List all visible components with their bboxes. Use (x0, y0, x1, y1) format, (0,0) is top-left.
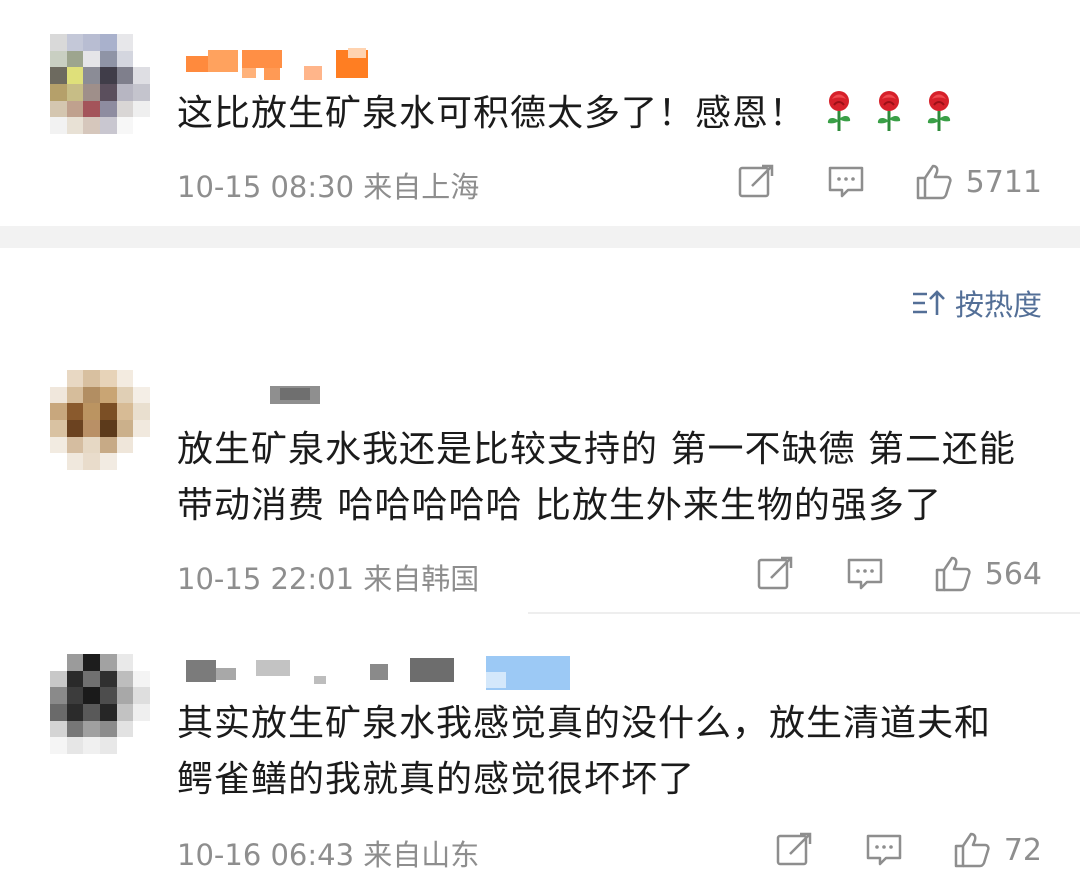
thumbs-up-icon[interactable] (933, 554, 973, 594)
section-divider (0, 226, 1080, 248)
comment-text: 放生矿泉水我还是比较支持的 第一不缺德 第二还能 带动消费 哈哈哈哈哈 比放生外… (177, 422, 1016, 534)
avatar[interactable] (50, 34, 150, 134)
comment-actions: 564 (755, 552, 1042, 596)
comment-meta: 10-15 08:30 来自上海 (177, 164, 479, 206)
comment-time: 10-15 22:01 (177, 562, 355, 596)
like-count: 5711 (965, 164, 1042, 200)
like-count: 564 (984, 556, 1042, 592)
username-blurred[interactable] (180, 48, 380, 82)
share-icon[interactable] (774, 830, 814, 870)
share-icon[interactable] (755, 554, 795, 594)
like-button[interactable]: 72 (952, 830, 1042, 870)
comment-1: 这比放生矿泉水可积德太多了！感恩！ 10-15 08:30 来自上海 5711 (0, 0, 1080, 226)
like-count: 72 (1003, 832, 1042, 868)
like-button[interactable]: 5711 (914, 162, 1042, 202)
thumbs-up-icon[interactable] (914, 162, 954, 202)
comment-meta: 10-15 22:01 来自韩国 (177, 556, 479, 598)
sort-by-hot-button[interactable]: 按热度 (911, 282, 1042, 324)
comment-time: 10-15 08:30 (177, 170, 355, 204)
comment-location: 来自山东 (363, 838, 480, 872)
comment-location: 来自上海 (363, 170, 480, 204)
comment-divider (528, 612, 1080, 614)
comment-text: 这比放生矿泉水可积德太多了！感恩！ (177, 86, 956, 142)
rose-icon (927, 91, 951, 131)
comment-2: 放生矿泉水我还是比较支持的 第一不缺德 第二还能 带动消费 哈哈哈哈哈 比放生外… (0, 360, 1080, 610)
comment-icon[interactable] (864, 830, 904, 870)
comment-text-line: 这比放生矿泉水可积德太多了！感恩！ (177, 93, 807, 134)
sort-label: 按热度 (954, 288, 1042, 322)
comment-icon[interactable] (845, 554, 885, 594)
comment-location: 来自韩国 (363, 562, 480, 596)
comment-text-line: 鳄雀鳝的我就真的感觉很坏坏了 (177, 759, 696, 800)
username-blurred[interactable] (180, 384, 340, 418)
username-blurred[interactable] (180, 654, 580, 690)
thumbs-up-icon[interactable] (952, 830, 992, 870)
comment-text-line: 带动消费 哈哈哈哈哈 比放生外来生物的强多了 (177, 485, 942, 526)
comment-actions: 5711 (736, 160, 1042, 204)
comment-text: 其实放生矿泉水我感觉真的没什么，放生清道夫和 鳄雀鳝的我就真的感觉很坏坏了 (177, 696, 991, 808)
comment-icon[interactable] (826, 162, 866, 202)
comment-time: 10-16 06:43 (177, 838, 355, 872)
avatar[interactable] (50, 370, 150, 470)
comment-meta: 10-16 06:43 来自山东 (177, 832, 479, 874)
comment-3: 其实放生矿泉水我感觉真的没什么，放生清道夫和 鳄雀鳝的我就真的感觉很坏坏了 10… (0, 640, 1080, 892)
like-button[interactable]: 564 (933, 554, 1042, 594)
comment-text-line: 放生矿泉水我还是比较支持的 第一不缺德 第二还能 (177, 429, 1016, 470)
share-icon[interactable] (736, 162, 776, 202)
comment-actions: 72 (774, 828, 1042, 872)
sort-icon (912, 290, 945, 315)
avatar[interactable] (50, 654, 150, 754)
rose-icon (827, 91, 851, 131)
rose-icon (877, 91, 901, 131)
comment-text-line: 其实放生矿泉水我感觉真的没什么，放生清道夫和 (177, 703, 992, 744)
